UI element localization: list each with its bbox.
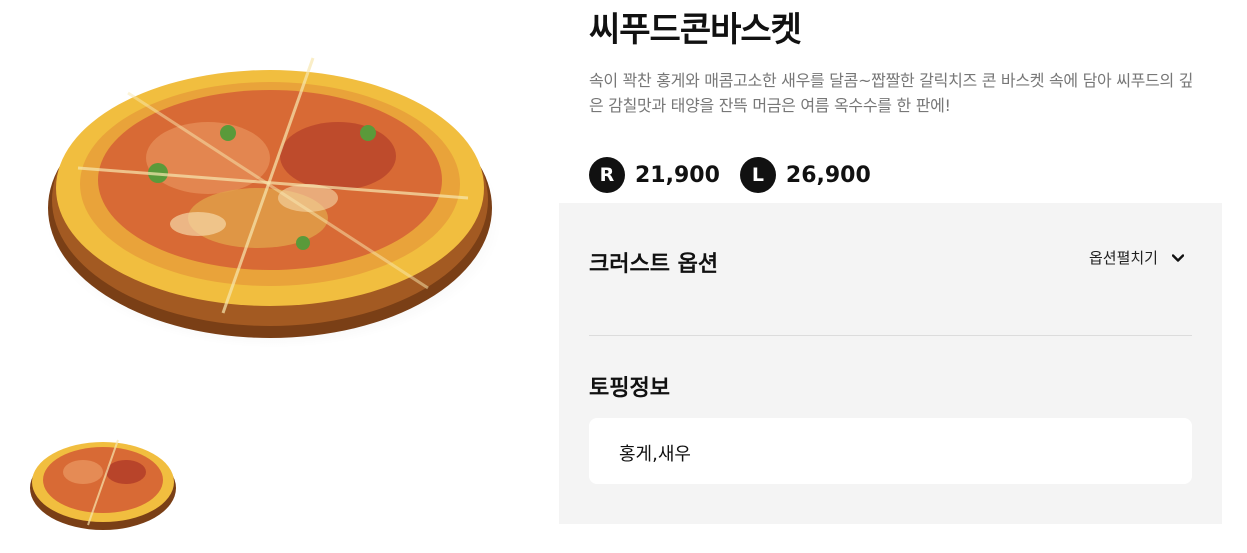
size-badge-l: L <box>739 157 776 193</box>
product-title: 씨푸드콘바스켓 <box>589 10 802 50</box>
chevron-down-icon <box>1172 253 1184 262</box>
expand-options-label: 옵션펼치기 <box>1088 249 1158 267</box>
price-list: R 21,900 L 26,900 <box>589 157 891 193</box>
topping-info-title: 토핑정보 <box>589 376 670 401</box>
price-value-l: 26,900 <box>785 162 871 188</box>
price-regular: R 21,900 <box>589 157 720 193</box>
expand-options-button[interactable]: 옵션펼치기 <box>1089 247 1184 268</box>
pizza-thumbnail[interactable] <box>28 430 178 532</box>
size-badge-r: R <box>589 157 625 193</box>
price-value-r: 21,900 <box>635 162 720 188</box>
topping-info-box: 홍게,새우 <box>589 418 1192 484</box>
product-description: 속이 꽉찬 홍게와 매콤고소한 새우를 달콤~짭짤한 갈릭치즈 콘 바스켓 속에… <box>589 71 1194 115</box>
topping-info-value: 홍게,새우 <box>619 444 691 465</box>
section-divider <box>589 335 1192 336</box>
options-panel: 크러스트 옵션 옵션펼치기 토핑정보 홍게,새우 <box>559 203 1222 524</box>
price-large: L 26,900 <box>739 157 871 193</box>
pizza-main-image <box>48 57 500 348</box>
product-gallery <box>0 0 559 553</box>
crust-option-title: 크러스트 옵션 <box>589 252 719 277</box>
